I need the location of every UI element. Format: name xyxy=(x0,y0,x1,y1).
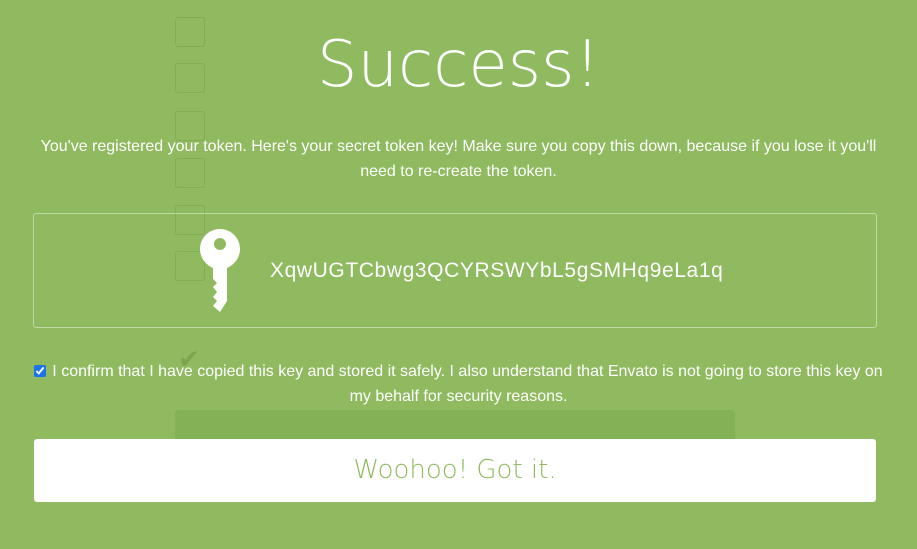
key-icon xyxy=(200,229,240,312)
confirm-checkbox[interactable] xyxy=(34,365,47,377)
success-modal: Success! You've registered your token. H… xyxy=(0,0,917,549)
confirm-label: I confirm that I have copied this key an… xyxy=(52,363,883,405)
modal-title: Success! xyxy=(316,28,601,102)
got-it-button[interactable]: Woohoo! Got it. xyxy=(34,439,876,502)
confirm-row[interactable]: I confirm that I have copied this key an… xyxy=(30,359,887,409)
token-key-value[interactable]: XqwUGTCbwg3QCYRSWYbL5gSMHq9eLa1q xyxy=(270,256,723,286)
modal-message: You've registered your token. Here's you… xyxy=(40,138,877,180)
